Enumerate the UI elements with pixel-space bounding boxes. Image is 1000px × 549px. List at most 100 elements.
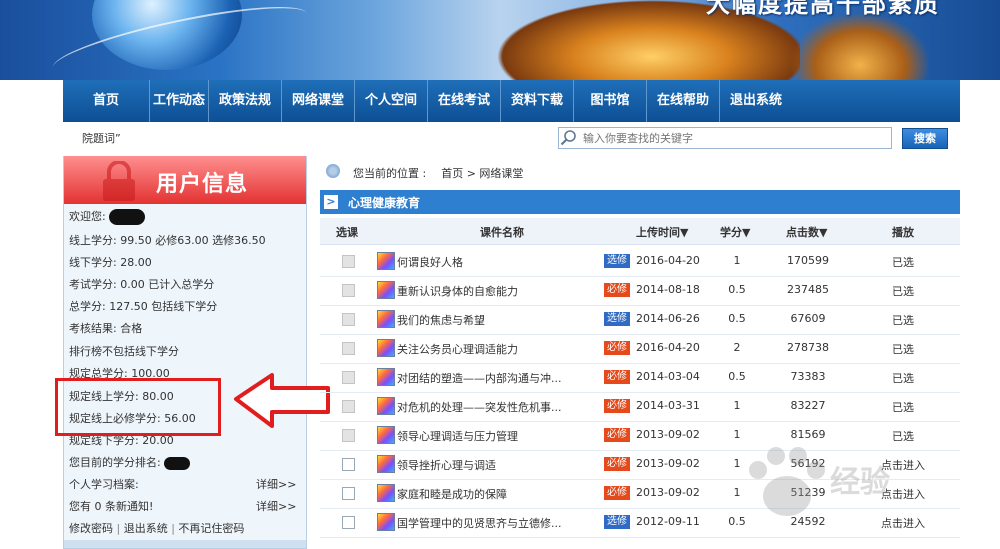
click-count: 278738 (787, 341, 829, 354)
online-credits: 线上学分: 99.50 必修63.00 选修36.50 (69, 234, 266, 247)
welcome-label: 欢迎您: (69, 210, 106, 223)
course-checkbox[interactable] (342, 429, 355, 442)
upload-date: 2016-04-20 (636, 254, 700, 267)
play-status[interactable]: 点击进入 (868, 515, 938, 531)
course-credit: 2 (733, 341, 741, 354)
table-row: 领导心理调适与压力管理 必修 2013-09-02 1 81569 已选 (320, 421, 960, 451)
course-credit: 0.5 (728, 312, 746, 325)
nav-policies[interactable]: 政策法规 (209, 80, 282, 122)
col-upload-date[interactable]: 上传时间▼ (636, 224, 688, 240)
profile-label: 个人学习档案: (69, 478, 139, 491)
nav-online-help[interactable]: 在线帮助 (647, 80, 720, 122)
course-name-link[interactable]: 何谓良好人格 (397, 254, 463, 270)
banner-title: 大幅度提高干部素质 (706, 0, 940, 18)
courseware-icon (377, 513, 395, 531)
chevron-right-icon: > (324, 195, 338, 209)
play-status: 已选 (892, 401, 914, 414)
nav-downloads[interactable]: 资料下载 (501, 80, 574, 122)
click-count: 51239 (790, 486, 826, 499)
play-status[interactable]: 点击进入 (868, 457, 938, 473)
course-type-badge: 必修 (604, 457, 630, 471)
course-name-link[interactable]: 家庭和睦是成功的保障 (397, 486, 507, 502)
course-credit: 1 (733, 486, 741, 499)
course-checkbox[interactable] (342, 342, 355, 355)
course-name-link[interactable]: 重新认识身体的自愈能力 (397, 283, 518, 299)
account-links: 修改密码 | 退出系统 | 不再记住密码 (69, 522, 245, 535)
nav-logout[interactable]: 退出系统 (720, 80, 792, 122)
course-checkbox[interactable] (342, 284, 355, 297)
profile-detail-link[interactable]: 详细>> (256, 476, 296, 492)
play-status: 已选 (892, 285, 914, 298)
course-table-header: 选课 课件名称 上传时间▼ 学分▼ 点击数▼ 播放 (320, 218, 960, 245)
assessment-result: 考核结果: 合格 (69, 322, 143, 335)
course-type-badge: 选修 (604, 312, 630, 326)
breadcrumb-home[interactable]: 首页 (441, 167, 463, 180)
main-nav: 首页 工作动态 政策法规 网络课堂 个人空间 在线考试 资料下载 图书馆 在线帮… (63, 80, 960, 122)
play-status: 已选 (892, 256, 914, 269)
total-credits: 总学分: 127.50 包括线下学分 (69, 300, 218, 313)
course-type-badge: 选修 (604, 254, 630, 268)
sidebar-logout-link[interactable]: 退出系统 (124, 522, 168, 535)
user-info-title: 用户信息 (156, 172, 249, 197)
play-status: 已选 (892, 372, 914, 385)
upload-date: 2013-09-02 (636, 457, 700, 470)
course-checkbox[interactable] (342, 400, 355, 413)
lock-icon (103, 161, 135, 201)
forget-password-link[interactable]: 不再记住密码 (178, 522, 244, 535)
play-status[interactable]: 点击进入 (868, 486, 938, 502)
nav-personal-space[interactable]: 个人空间 (355, 80, 428, 122)
col-clicks[interactable]: 点击数▼ (786, 224, 827, 240)
scrolling-notice: 院题词” (82, 132, 121, 145)
courseware-icon (377, 484, 395, 502)
course-checkbox[interactable] (342, 371, 355, 384)
table-row: 我们的焦虑与希望 选修 2014-06-26 0.5 67609 已选 (320, 305, 960, 335)
table-row: 对团结的塑造——内部沟通与冲... 必修 2014-03-04 0.5 73383 已选 (320, 363, 960, 393)
user-info-panel: 用户信息 欢迎您: 线上学分: 99.50 必修63.00 选修36.50 线下… (63, 156, 307, 549)
change-password-link[interactable]: 修改密码 (69, 522, 113, 535)
breadcrumb-current[interactable]: 网络课堂 (479, 167, 523, 180)
course-name-link[interactable]: 关注公务员心理调适能力 (397, 341, 518, 357)
course-checkbox[interactable] (342, 516, 355, 529)
nav-online-exam[interactable]: 在线考试 (428, 80, 501, 122)
course-checkbox[interactable] (342, 487, 355, 500)
course-name-link[interactable]: 我们的焦虑与希望 (397, 312, 485, 328)
course-checkbox[interactable] (342, 458, 355, 471)
arrow-left-icon (234, 373, 330, 428)
play-status: 已选 (892, 343, 914, 356)
search-input[interactable] (579, 129, 891, 147)
click-count: 170599 (787, 254, 829, 267)
courseware-icon (377, 281, 395, 299)
courseware-icon (377, 368, 395, 386)
redacted-rank (164, 456, 191, 470)
redacted-username (109, 209, 146, 225)
course-name-link[interactable]: 领导心理调适与压力管理 (397, 428, 518, 444)
course-checkbox[interactable] (342, 313, 355, 326)
nav-home[interactable]: 首页 (63, 80, 150, 122)
course-name-link[interactable]: 对团结的塑造——内部沟通与冲... (397, 370, 562, 386)
notifications-label: 您有 0 条新通知! (69, 500, 154, 513)
play-status: 已选 (892, 430, 914, 443)
courseware-icon (377, 397, 395, 415)
click-count: 81569 (790, 428, 826, 441)
course-name-link[interactable]: 对危机的处理——突发性危机事... (397, 399, 562, 415)
course-checkbox[interactable] (342, 255, 355, 268)
upload-date: 2014-03-31 (636, 399, 700, 412)
course-name-link[interactable]: 国学管理中的见贤思齐与立德修... (397, 515, 562, 531)
nav-work-news[interactable]: 工作动态 (150, 80, 209, 122)
course-name-link[interactable]: 领导挫折心理与调适 (397, 457, 496, 473)
col-credit[interactable]: 学分▼ (720, 224, 750, 240)
notifications-detail-link[interactable]: 详细>> (256, 498, 296, 514)
nav-library[interactable]: 图书馆 (574, 80, 647, 122)
course-type-badge: 必修 (604, 370, 630, 384)
section-title: 心理健康教育 (348, 196, 421, 210)
offline-credits: 线下学分: 28.00 (69, 256, 152, 269)
highlight-box (55, 378, 221, 436)
course-credit: 1 (733, 457, 741, 470)
profile-row: 个人学习档案: (69, 476, 139, 492)
table-row: 何谓良好人格 选修 2016-04-20 1 170599 已选 (320, 247, 960, 277)
col-course-name: 课件名称 (480, 226, 524, 239)
course-credit: 0.5 (728, 283, 746, 296)
nav-online-classroom[interactable]: 网络课堂 (282, 80, 355, 122)
course-credit: 0.5 (728, 370, 746, 383)
search-button[interactable]: 搜索 (902, 128, 948, 149)
